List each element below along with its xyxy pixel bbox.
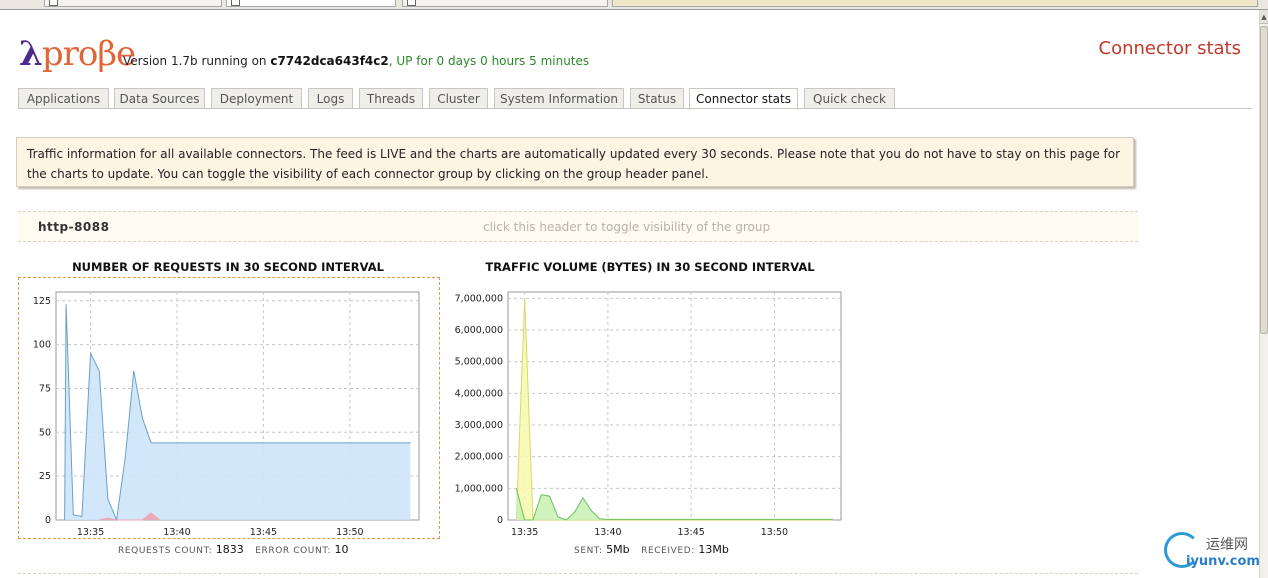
scrollbar-thumb[interactable] — [1260, 26, 1268, 334]
watermark-url: iyunv.com — [1186, 554, 1260, 569]
x-tick-label: 13:35 — [511, 527, 538, 538]
version-info: Version 1.7b running on c7742dca643f4c2,… — [123, 54, 589, 68]
y-tick-label: 50 — [39, 427, 51, 438]
y-tick-label: 25 — [39, 471, 51, 482]
tab-logs[interactable]: Logs — [308, 88, 353, 109]
logo-lambda: λ — [19, 34, 43, 74]
x-tick-label: 13:50 — [336, 527, 363, 538]
x-tick-label: 13:40 — [163, 527, 190, 538]
tab-connector-stats[interactable]: Connector stats — [689, 88, 798, 110]
x-tick-label: 13:35 — [77, 527, 104, 538]
page-icon — [231, 0, 240, 6]
requests-chart-title: NUMBER OF REQUESTS IN 30 SECOND INTERVAL — [72, 260, 384, 274]
tab-status[interactable]: Status — [630, 88, 684, 109]
requests-count-value: 1833 — [215, 543, 244, 556]
watermark-text: 运维网 — [1206, 537, 1248, 553]
x-tick-label: 13:40 — [594, 527, 621, 538]
received-label: RECEIVED: — [641, 546, 695, 556]
uptime-text: , UP for 0 days 0 hours 5 minutes — [388, 54, 590, 68]
tab-data-sources[interactable]: Data Sources — [114, 88, 205, 109]
watermark-logo: 运维网 iyunv.com — [1162, 530, 1262, 574]
requests-stats: REQUESTS COUNT: 1833 ERROR COUNT: 10 — [118, 543, 357, 556]
vertical-scrollbar[interactable]: ▲ — [1259, 10, 1268, 578]
tab-divider — [18, 108, 1252, 109]
traffic-chart[interactable]: 0 1,000,000 2,000,000 3,000,000 4,000,000 5,0… — [444, 286, 854, 546]
sent-value: 5Mb — [606, 543, 630, 556]
page-title: Connector stats — [1098, 38, 1241, 59]
y-tick-label: 4,000,000 — [455, 388, 503, 399]
x-tick-label: 13:45 — [250, 527, 277, 538]
tab-quick-check[interactable]: Quick check — [804, 88, 895, 109]
browser-tab-strip — [0, 0, 1268, 10]
y-tick-label: 3,000,000 — [455, 420, 503, 431]
scroll-up-arrow-icon[interactable]: ▲ — [1260, 10, 1268, 24]
tab-threads[interactable]: Threads — [359, 88, 423, 109]
y-tick-label: 75 — [39, 383, 51, 394]
y-tick-label: 100 — [33, 340, 51, 351]
requests-chart[interactable]: 0 25 50 75 100 125 13:35 13:40 13:45 13:50 — [24, 286, 434, 546]
browser-tab-active[interactable] — [226, 0, 396, 7]
page-icon — [49, 0, 58, 6]
tab-cluster[interactable]: Cluster — [429, 88, 488, 109]
traffic-stats: SENT: 5Mb RECEIVED: 13Mb — [574, 543, 737, 556]
connector-name: http-8088 — [38, 220, 110, 234]
y-tick-label: 2,000,000 — [455, 452, 503, 463]
browser-tab[interactable] — [44, 0, 222, 7]
y-tick-label: 6,000,000 — [455, 325, 503, 336]
page-icon — [407, 0, 416, 6]
received-value: 13Mb — [698, 543, 729, 556]
y-tick-label: 125 — [33, 296, 51, 307]
probe-logo[interactable]: λproβe — [19, 34, 136, 74]
logo-text: proβe — [41, 34, 136, 74]
requests-count-label: REQUESTS COUNT: — [118, 546, 213, 556]
host-name: c7742dca643f4c2 — [270, 54, 389, 68]
error-count-label: ERROR COUNT: — [255, 546, 332, 556]
browser-tab[interactable] — [612, 0, 1258, 7]
group-divider — [18, 573, 1138, 574]
y-tick-label: 1,000,000 — [455, 483, 503, 494]
version-prefix: Version 1.7b running on — [123, 54, 271, 68]
connector-group-header[interactable]: http-8088 click this header to toggle vi… — [18, 211, 1138, 242]
tab-system-information[interactable]: System Information — [494, 88, 624, 109]
tab-deployment[interactable]: Deployment — [211, 88, 302, 109]
x-tick-label: 13:50 — [761, 527, 788, 538]
browser-tab[interactable] — [402, 0, 608, 7]
x-tick-label: 13:45 — [677, 527, 704, 538]
tab-applications[interactable]: Applications — [18, 88, 109, 109]
y-tick-label: 5,000,000 — [455, 357, 503, 368]
y-tick-label: 0 — [45, 515, 51, 526]
sent-label: SENT: — [574, 546, 603, 556]
info-message: Traffic information for all available co… — [16, 137, 1134, 187]
error-count-value: 10 — [334, 543, 349, 556]
toggle-hint: click this header to toggle visibility o… — [483, 220, 771, 234]
plot-area — [507, 291, 842, 521]
y-tick-label: 7,000,000 — [455, 293, 503, 304]
traffic-chart-title: TRAFFIC VOLUME (BYTES) IN 30 SECOND INTE… — [485, 260, 815, 274]
y-tick-label: 0 — [497, 515, 503, 526]
